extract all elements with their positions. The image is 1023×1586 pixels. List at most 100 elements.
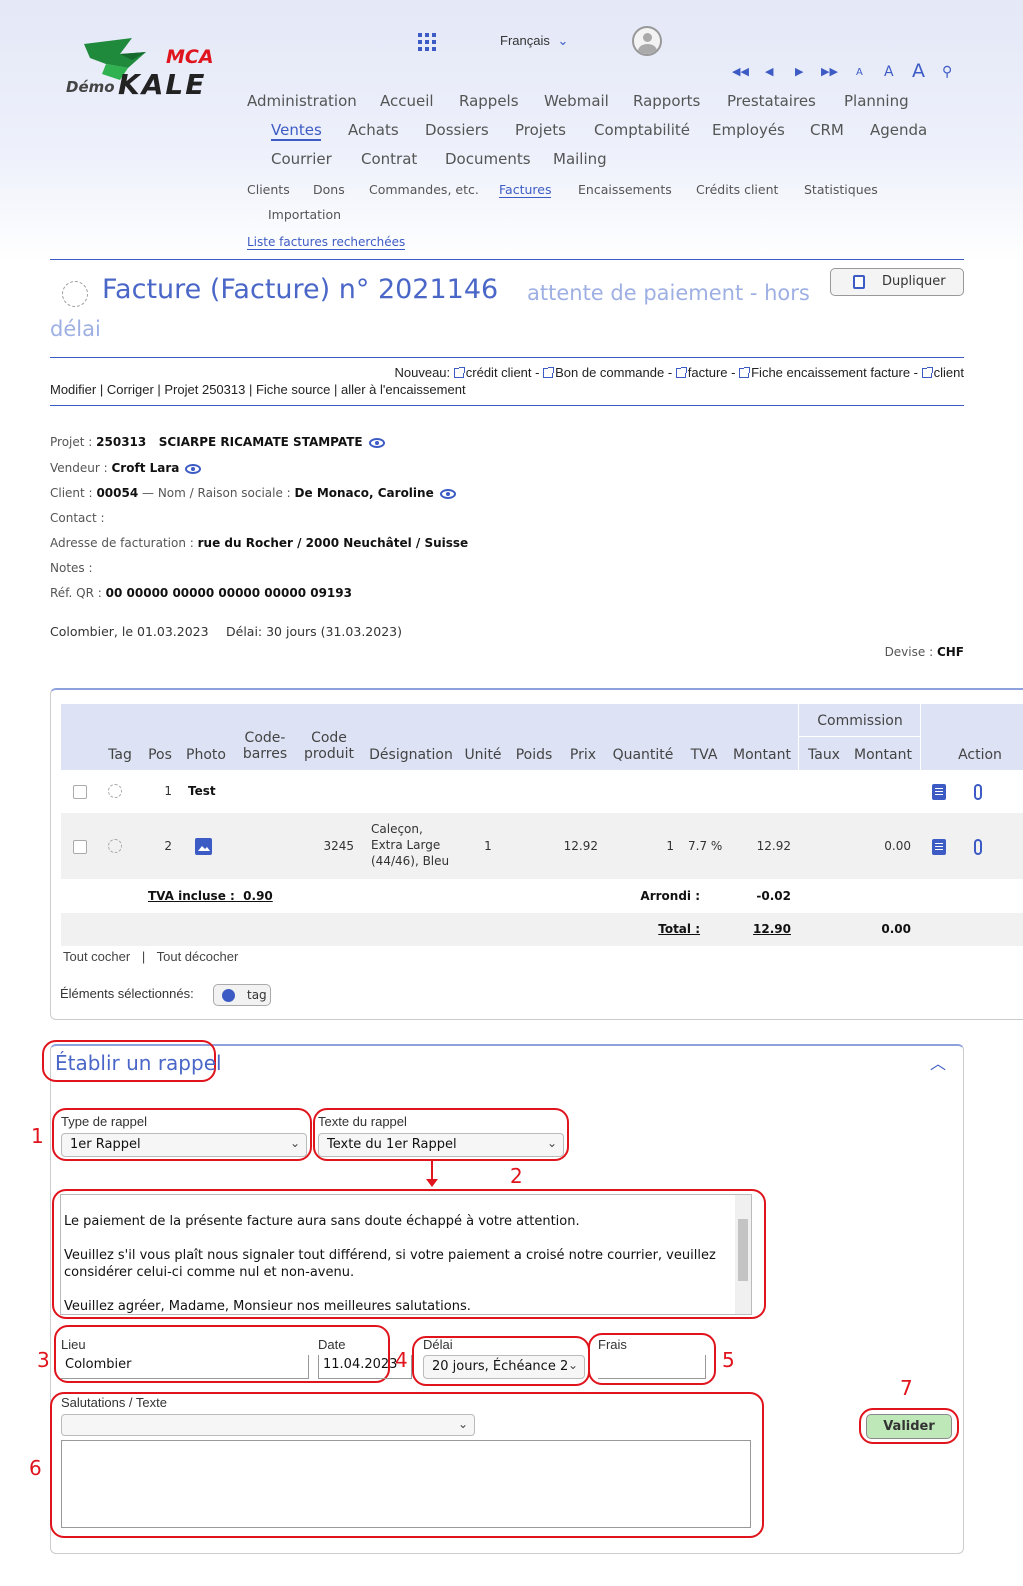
nav-webmail[interactable]: Webmail <box>544 92 609 110</box>
language-select[interactable]: Français ⌄ <box>500 33 568 49</box>
header-tag: Tag <box>108 747 132 763</box>
external-link-icon <box>739 367 751 378</box>
nav-ventes[interactable]: Ventes <box>271 121 322 139</box>
text-line: Le paiement de la présente facture aura … <box>64 1214 580 1229</box>
document-icon[interactable] <box>932 784 946 800</box>
user-avatar-icon[interactable] <box>632 26 662 56</box>
header-action: Action <box>958 747 1002 763</box>
header-poids: Poids <box>515 747 553 763</box>
contact-line: Contact : <box>50 511 105 525</box>
document-icon[interactable] <box>932 839 946 855</box>
lieu-input[interactable]: Colombier <box>61 1355 309 1379</box>
prev-page-icon[interactable]: ◀ <box>765 65 773 78</box>
texte-select[interactable]: Texte du 1er Rappel ⌄ <box>318 1133 564 1157</box>
external-link-icon <box>921 367 933 378</box>
last-page-icon[interactable]: ▶▶ <box>821 65 838 78</box>
subnav-credits[interactable]: Crédits client <box>696 182 778 197</box>
copy-icon <box>853 275 865 289</box>
subnav-clients[interactable]: Clients <box>247 182 290 197</box>
next-page-icon[interactable]: ▶ <box>795 65 803 78</box>
tag-circle-icon[interactable] <box>108 784 122 798</box>
divider <box>50 405 964 406</box>
font-medium-icon[interactable]: A <box>884 64 894 80</box>
link-fiche-encaissement[interactable]: Fiche encaissement facture - <box>739 365 918 380</box>
frais-input[interactable] <box>598 1355 706 1379</box>
texte-label: Texte du rappel <box>318 1114 407 1129</box>
nav-administration[interactable]: Administration <box>247 92 357 110</box>
font-large-icon[interactable]: A <box>912 60 925 82</box>
nav-courrier[interactable]: Courrier <box>271 150 332 168</box>
nav-agenda[interactable]: Agenda <box>870 121 927 139</box>
chevron-down-icon: ⌄ <box>567 1358 578 1372</box>
photo-icon[interactable] <box>195 838 212 855</box>
subnav-statistiques[interactable]: Statistiques <box>804 182 878 197</box>
projet-line: Projet : 250313 SCIARPE RICAMATE STAMPAT… <box>50 435 385 449</box>
apps-grid-icon[interactable] <box>418 33 436 51</box>
tout-cocher-link[interactable]: Tout cocher <box>63 949 130 964</box>
nav-crm[interactable]: CRM <box>810 121 844 139</box>
selected-label: Éléments sélectionnés: <box>60 986 194 1001</box>
texte-value: Texte du 1er Rappel <box>327 1137 457 1152</box>
nav-documents[interactable]: Documents <box>445 150 531 168</box>
logo[interactable]: MCA Démo KALE <box>62 34 232 104</box>
salutations-select[interactable]: ⌄ <box>61 1414 475 1436</box>
search-icon[interactable]: ⚲ <box>942 64 952 80</box>
subnav-dons[interactable]: Dons <box>313 182 345 197</box>
type-select[interactable]: 1er Rappel ⌄ <box>61 1133 307 1157</box>
sub-nav: Clients Dons Commandes, etc. Factures En… <box>247 182 967 252</box>
salutations-textarea[interactable] <box>61 1440 751 1528</box>
nav-rapports[interactable]: Rapports <box>633 92 700 110</box>
scroll-thumb[interactable] <box>738 1219 748 1281</box>
collapse-icon[interactable]: ︿ <box>930 1050 946 1074</box>
nav-dossiers[interactable]: Dossiers <box>425 121 489 139</box>
attachment-icon[interactable] <box>974 784 982 800</box>
subnav-importation[interactable]: Importation <box>268 207 341 222</box>
row-checkbox[interactable] <box>73 785 87 799</box>
subnav-factures[interactable]: Factures <box>499 182 552 198</box>
row-designation: Test <box>188 784 216 798</box>
link-facture[interactable]: facture - <box>675 365 735 380</box>
annotation-3: 3 <box>37 1348 50 1372</box>
tag-button[interactable]: tag <box>213 984 271 1006</box>
nav-prestataires[interactable]: Prestataires <box>727 92 816 110</box>
eye-icon[interactable] <box>185 463 202 474</box>
first-page-icon[interactable]: ◀◀ <box>732 65 749 78</box>
rappel-text-area[interactable]: Le paiement de la présente facture aura … <box>60 1194 752 1315</box>
nav-planning[interactable]: Planning <box>844 92 909 110</box>
attachment-icon[interactable] <box>974 839 982 855</box>
delai-select[interactable]: 20 jours, Échéance 25 ⌄ <box>423 1355 585 1379</box>
nav-contrat[interactable]: Contrat <box>361 150 417 168</box>
header-unite: Unité <box>464 747 502 763</box>
active-tab-underline <box>271 139 321 141</box>
nav-comptabilite[interactable]: Comptabilité <box>594 121 690 139</box>
link-client[interactable]: client <box>921 365 964 380</box>
duplicate-button[interactable]: Dupliquer <box>830 268 964 296</box>
salutations-label: Salutations / Texte <box>61 1395 167 1410</box>
subnav-liste-factures[interactable]: Liste factures recherchées <box>247 235 406 250</box>
nav-projets[interactable]: Projets <box>515 121 566 139</box>
row-checkbox[interactable] <box>73 840 87 854</box>
font-small-icon[interactable]: A <box>856 67 863 78</box>
nav-accueil[interactable]: Accueil <box>380 92 434 110</box>
scrollbar[interactable] <box>735 1195 751 1314</box>
nav-mailing[interactable]: Mailing <box>553 150 607 168</box>
tag-circle-icon[interactable] <box>108 839 122 853</box>
row-pos: 1 <box>164 784 172 798</box>
valider-button[interactable]: Valider <box>866 1414 952 1439</box>
subnav-commandes[interactable]: Commandes, etc. <box>369 182 479 197</box>
tout-decocher-link[interactable]: Tout décocher <box>157 949 239 964</box>
nav-achats[interactable]: Achats <box>348 121 399 139</box>
total-value: 12.90 <box>753 922 791 936</box>
external-link-icon <box>675 367 687 378</box>
annotation-4: 4 <box>395 1348 408 1372</box>
row-prix: 12.92 <box>563 839 598 853</box>
eye-icon[interactable] <box>439 488 456 499</box>
eye-icon[interactable] <box>368 437 385 448</box>
header-photo: Photo <box>186 747 226 763</box>
subnav-encaissements[interactable]: Encaissements <box>578 182 672 197</box>
nav-rappels[interactable]: Rappels <box>459 92 519 110</box>
link-bon-commande[interactable]: Bon de commande - <box>543 365 672 380</box>
nav-employes[interactable]: Employés <box>712 121 785 139</box>
action-links[interactable]: Modifier | Corriger | Projet 250313 | Fi… <box>50 382 466 397</box>
link-credit-client[interactable]: crédit client - <box>453 365 539 380</box>
